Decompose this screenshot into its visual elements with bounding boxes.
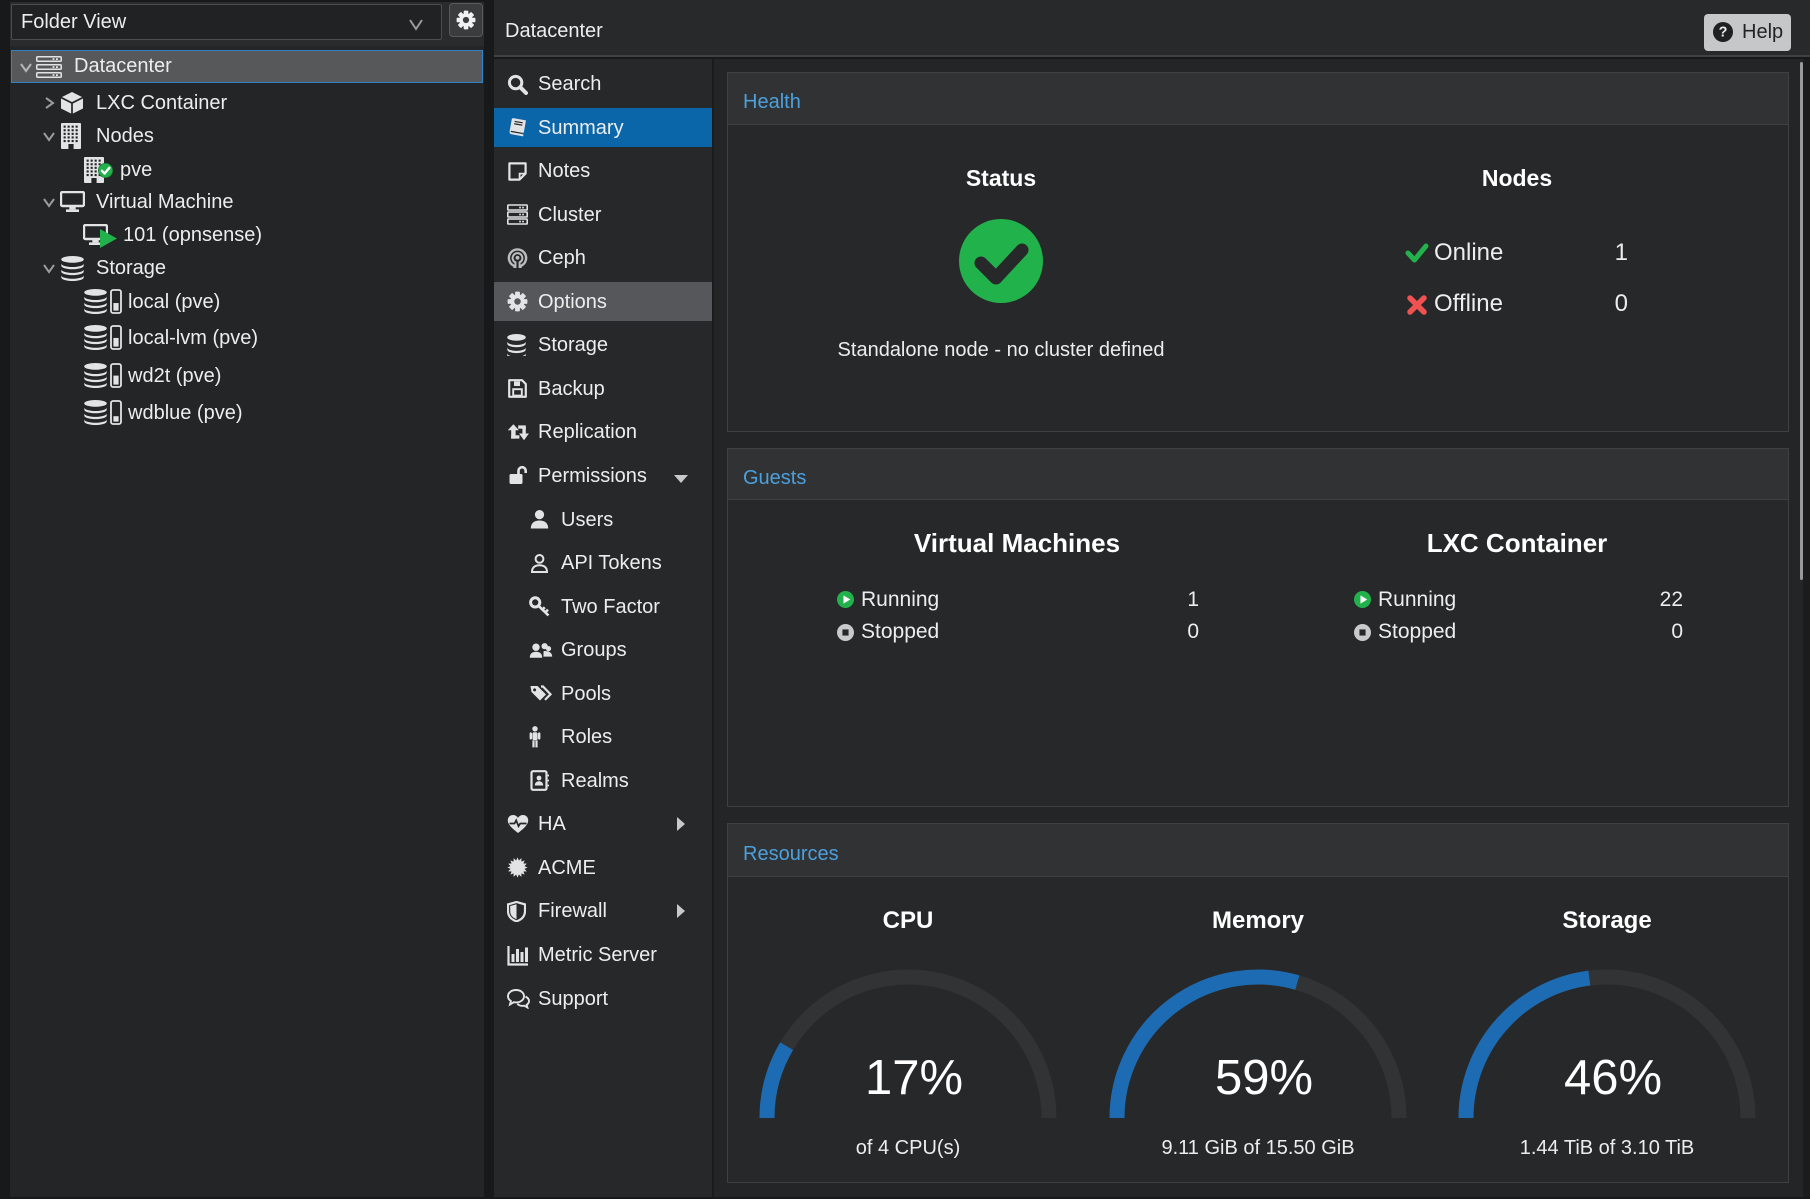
svg-text:?: ? (1719, 24, 1728, 40)
